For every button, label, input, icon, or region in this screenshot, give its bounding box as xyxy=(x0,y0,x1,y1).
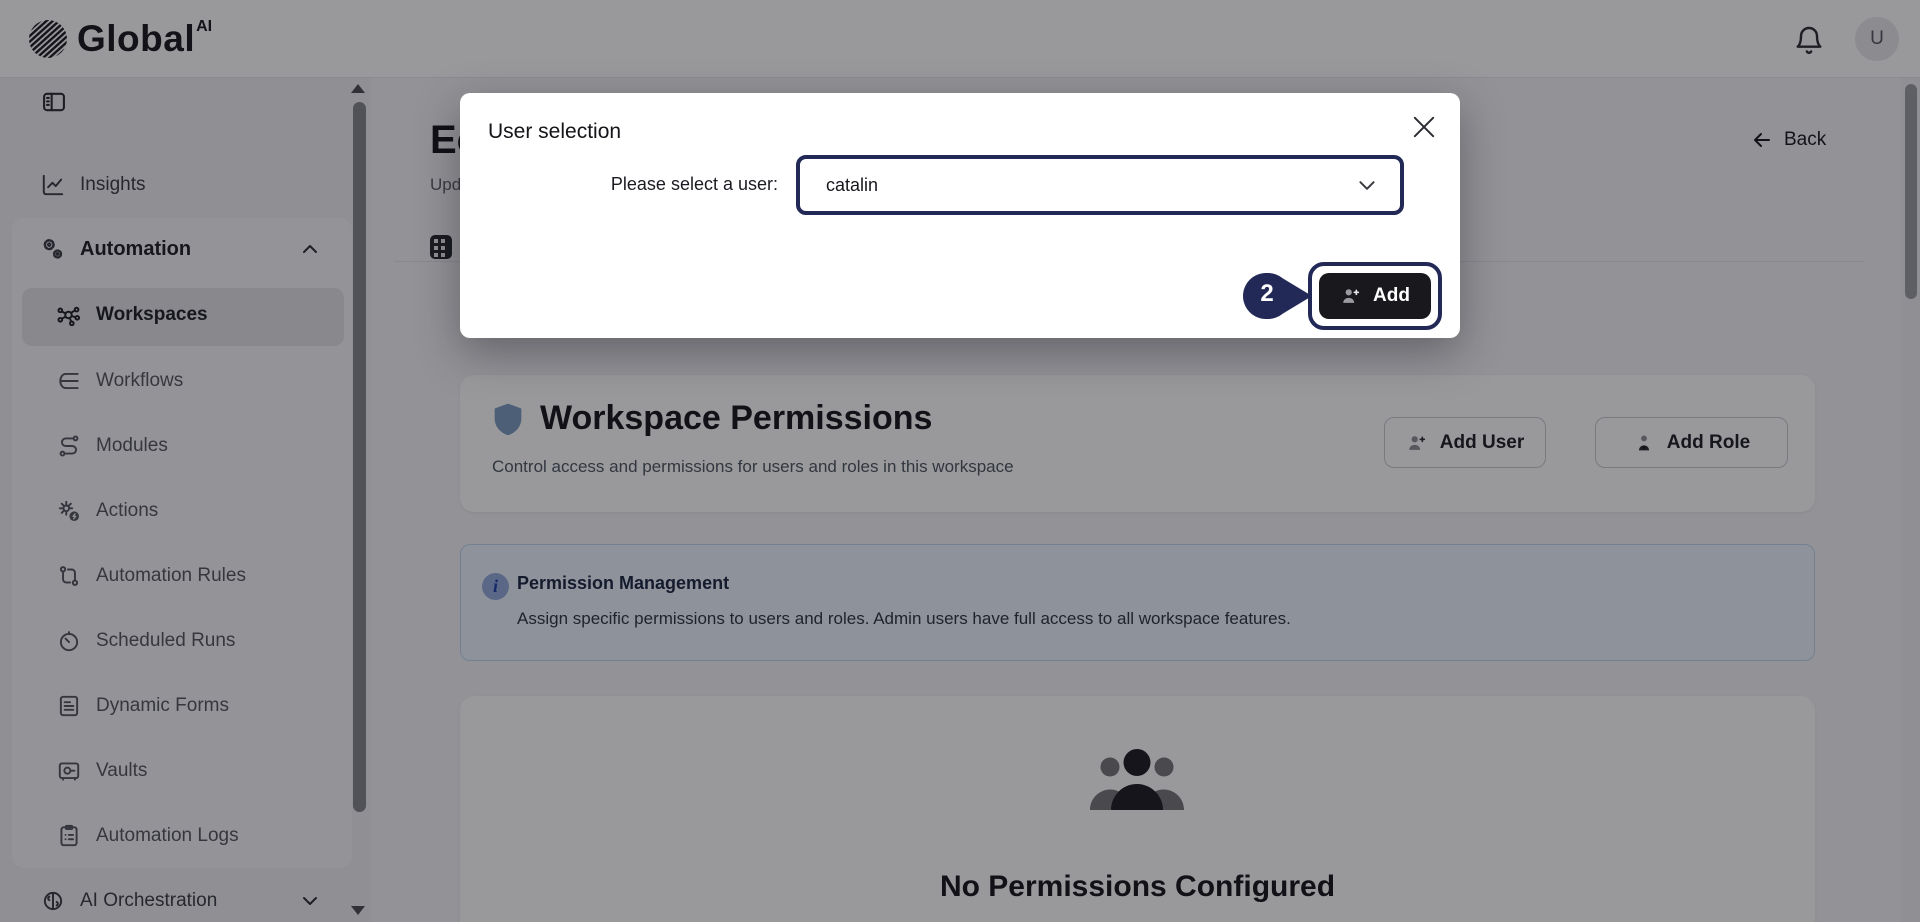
modal-title: User selection xyxy=(488,120,621,144)
add-button-label: Add xyxy=(1373,285,1410,307)
step-number-badge: 2 xyxy=(1252,280,1282,312)
add-button-highlight-ring: Add xyxy=(1308,262,1442,330)
selected-user-value: catalin xyxy=(826,175,878,196)
user-plus-icon xyxy=(1340,285,1362,307)
select-user-label: Please select a user: xyxy=(460,174,778,195)
add-button[interactable]: Add xyxy=(1319,273,1431,319)
close-icon[interactable] xyxy=(1413,116,1435,138)
user-select-dropdown[interactable]: catalin xyxy=(796,155,1404,215)
chevron-down-icon xyxy=(1358,180,1376,191)
